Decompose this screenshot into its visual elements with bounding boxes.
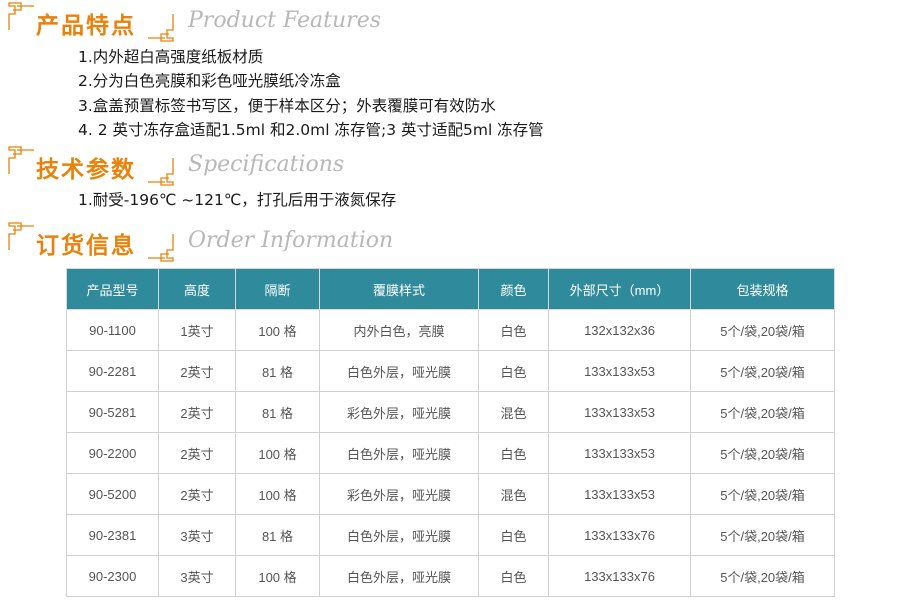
cell-partition: 81 格 bbox=[235, 514, 320, 556]
section-header-specs: 技术参数 Specifications bbox=[8, 146, 428, 186]
cell-packaging: 5个/袋,20袋/箱 bbox=[690, 432, 835, 474]
section-title-en: Product Features bbox=[188, 8, 382, 33]
section-header-order: 订货信息 Order Information bbox=[8, 222, 428, 262]
cell-partition: 100 格 bbox=[235, 309, 320, 351]
column-header-packaging: 包装规格 bbox=[690, 268, 835, 310]
cell-coating: 白色外层，哑光膜 bbox=[319, 555, 479, 597]
section-header-features: 产品特点 Product Features bbox=[8, 2, 428, 42]
cell-dimensions: 133x133x53 bbox=[548, 432, 691, 474]
spec-list: 1.耐受-196℃ ~121℃，打孔后用于液氮保存 bbox=[78, 188, 396, 212]
cell-height: 1英寸 bbox=[158, 309, 236, 351]
cell-dimensions: 133x133x76 bbox=[548, 514, 691, 556]
cell-packaging: 5个/袋,20袋/箱 bbox=[690, 514, 835, 556]
list-item: 1.内外超白高强度纸板材质 bbox=[78, 48, 264, 66]
table-row: 90-2300 3英寸 100 格 白色外层，哑光膜 白色 133x133x76… bbox=[66, 555, 835, 597]
table-row: 90-5200 2英寸 100 格 彩色外层，哑光膜 混色 133x133x53… bbox=[66, 473, 835, 515]
cell-model: 90-2281 bbox=[66, 350, 159, 392]
cell-color: 白色 bbox=[478, 555, 549, 597]
cell-dimensions: 133x133x53 bbox=[548, 473, 691, 515]
column-header-model: 产品型号 bbox=[66, 268, 159, 310]
order-table: 产品型号 高度 隔断 覆膜样式 颜色 外部尺寸（mm） 包装规格 90-1100… bbox=[66, 268, 835, 597]
table-row: 90-2281 2英寸 81 格 白色外层，哑光膜 白色 133x133x53 … bbox=[66, 350, 835, 392]
cell-color: 白色 bbox=[478, 514, 549, 556]
column-header-color: 颜色 bbox=[478, 268, 549, 310]
section-title-cn: 订货信息 bbox=[36, 233, 136, 259]
cell-model: 90-2300 bbox=[66, 555, 159, 597]
column-header-coating: 覆膜样式 bbox=[319, 268, 479, 310]
cell-coating: 白色外层，哑光膜 bbox=[319, 350, 479, 392]
cell-color: 混色 bbox=[478, 391, 549, 433]
cell-dimensions: 133x133x53 bbox=[548, 350, 691, 392]
section-title-cn: 产品特点 bbox=[36, 13, 136, 39]
column-header-height: 高度 bbox=[158, 268, 236, 310]
section-title-en: Order Information bbox=[188, 228, 394, 253]
cell-packaging: 5个/袋,20袋/箱 bbox=[690, 555, 835, 597]
cell-height: 2英寸 bbox=[158, 350, 236, 392]
section-title-cn: 技术参数 bbox=[36, 157, 136, 183]
list-item: 3.盒盖预置标签书写区，便于样本区分；外表覆膜可有效防水 bbox=[78, 96, 496, 115]
cell-model: 90-2381 bbox=[66, 514, 159, 556]
cell-height: 2英寸 bbox=[158, 391, 236, 433]
list-item: 4. 2 英寸冻存盒适配1.5ml 和2.0ml 冻存管;3 英寸适配5ml 冻… bbox=[78, 120, 544, 139]
cell-dimensions: 133x133x76 bbox=[548, 555, 691, 597]
cell-partition: 100 格 bbox=[235, 555, 320, 597]
cell-height: 2英寸 bbox=[158, 432, 236, 474]
cell-packaging: 5个/袋,20袋/箱 bbox=[690, 391, 835, 433]
table-header-row: 产品型号 高度 隔断 覆膜样式 颜色 外部尺寸（mm） 包装规格 bbox=[66, 268, 835, 310]
column-header-dimensions: 外部尺寸（mm） bbox=[548, 268, 691, 310]
table-row: 90-5281 2英寸 81 格 彩色外层，哑光膜 混色 133x133x53 … bbox=[66, 391, 835, 433]
cell-model: 90-2200 bbox=[66, 432, 159, 474]
cell-color: 白色 bbox=[478, 350, 549, 392]
cell-coating: 内外白色，亮膜 bbox=[319, 309, 479, 351]
cell-partition: 81 格 bbox=[235, 391, 320, 433]
cell-packaging: 5个/袋,20袋/箱 bbox=[690, 309, 835, 351]
cell-dimensions: 133x133x53 bbox=[548, 391, 691, 433]
cell-color: 白色 bbox=[478, 309, 549, 351]
cell-model: 90-5200 bbox=[66, 473, 159, 515]
cell-height: 3英寸 bbox=[158, 555, 236, 597]
cell-color: 白色 bbox=[478, 432, 549, 474]
section-title-en: Specifications bbox=[188, 152, 345, 177]
cell-coating: 白色外层，哑光膜 bbox=[319, 432, 479, 474]
table-row: 90-1100 1英寸 100 格 内外白色，亮膜 白色 132x132x36 … bbox=[66, 309, 835, 351]
column-header-partition: 隔断 bbox=[235, 268, 320, 310]
cell-coating: 彩色外层，哑光膜 bbox=[319, 473, 479, 515]
cell-model: 90-1100 bbox=[66, 309, 159, 351]
cell-coating: 彩色外层，哑光膜 bbox=[319, 391, 479, 433]
list-item: 2.分为白色亮膜和彩色哑光膜纸冷冻盒 bbox=[78, 72, 341, 91]
cell-dimensions: 132x132x36 bbox=[548, 309, 691, 351]
cell-height: 2英寸 bbox=[158, 473, 236, 515]
cell-packaging: 5个/袋,20袋/箱 bbox=[690, 473, 835, 515]
cell-partition: 81 格 bbox=[235, 350, 320, 392]
table-row: 90-2200 2英寸 100 格 白色外层，哑光膜 白色 133x133x53… bbox=[66, 432, 835, 474]
feature-list: 1.内外超白高强度纸板材质 2.分为白色亮膜和彩色哑光膜纸冷冻盒 3.盒盖预置标… bbox=[78, 45, 544, 142]
table-row: 90-2381 3英寸 81 格 白色外层，哑光膜 白色 133x133x76 … bbox=[66, 514, 835, 556]
cell-packaging: 5个/袋,20袋/箱 bbox=[690, 350, 835, 392]
cell-partition: 100 格 bbox=[235, 432, 320, 474]
cell-model: 90-5281 bbox=[66, 391, 159, 433]
cell-coating: 白色外层，哑光膜 bbox=[319, 514, 479, 556]
cell-partition: 100 格 bbox=[235, 473, 320, 515]
list-item: 1.耐受-196℃ ~121℃，打孔后用于液氮保存 bbox=[78, 191, 397, 209]
cell-color: 混色 bbox=[478, 473, 549, 515]
cell-height: 3英寸 bbox=[158, 514, 236, 556]
